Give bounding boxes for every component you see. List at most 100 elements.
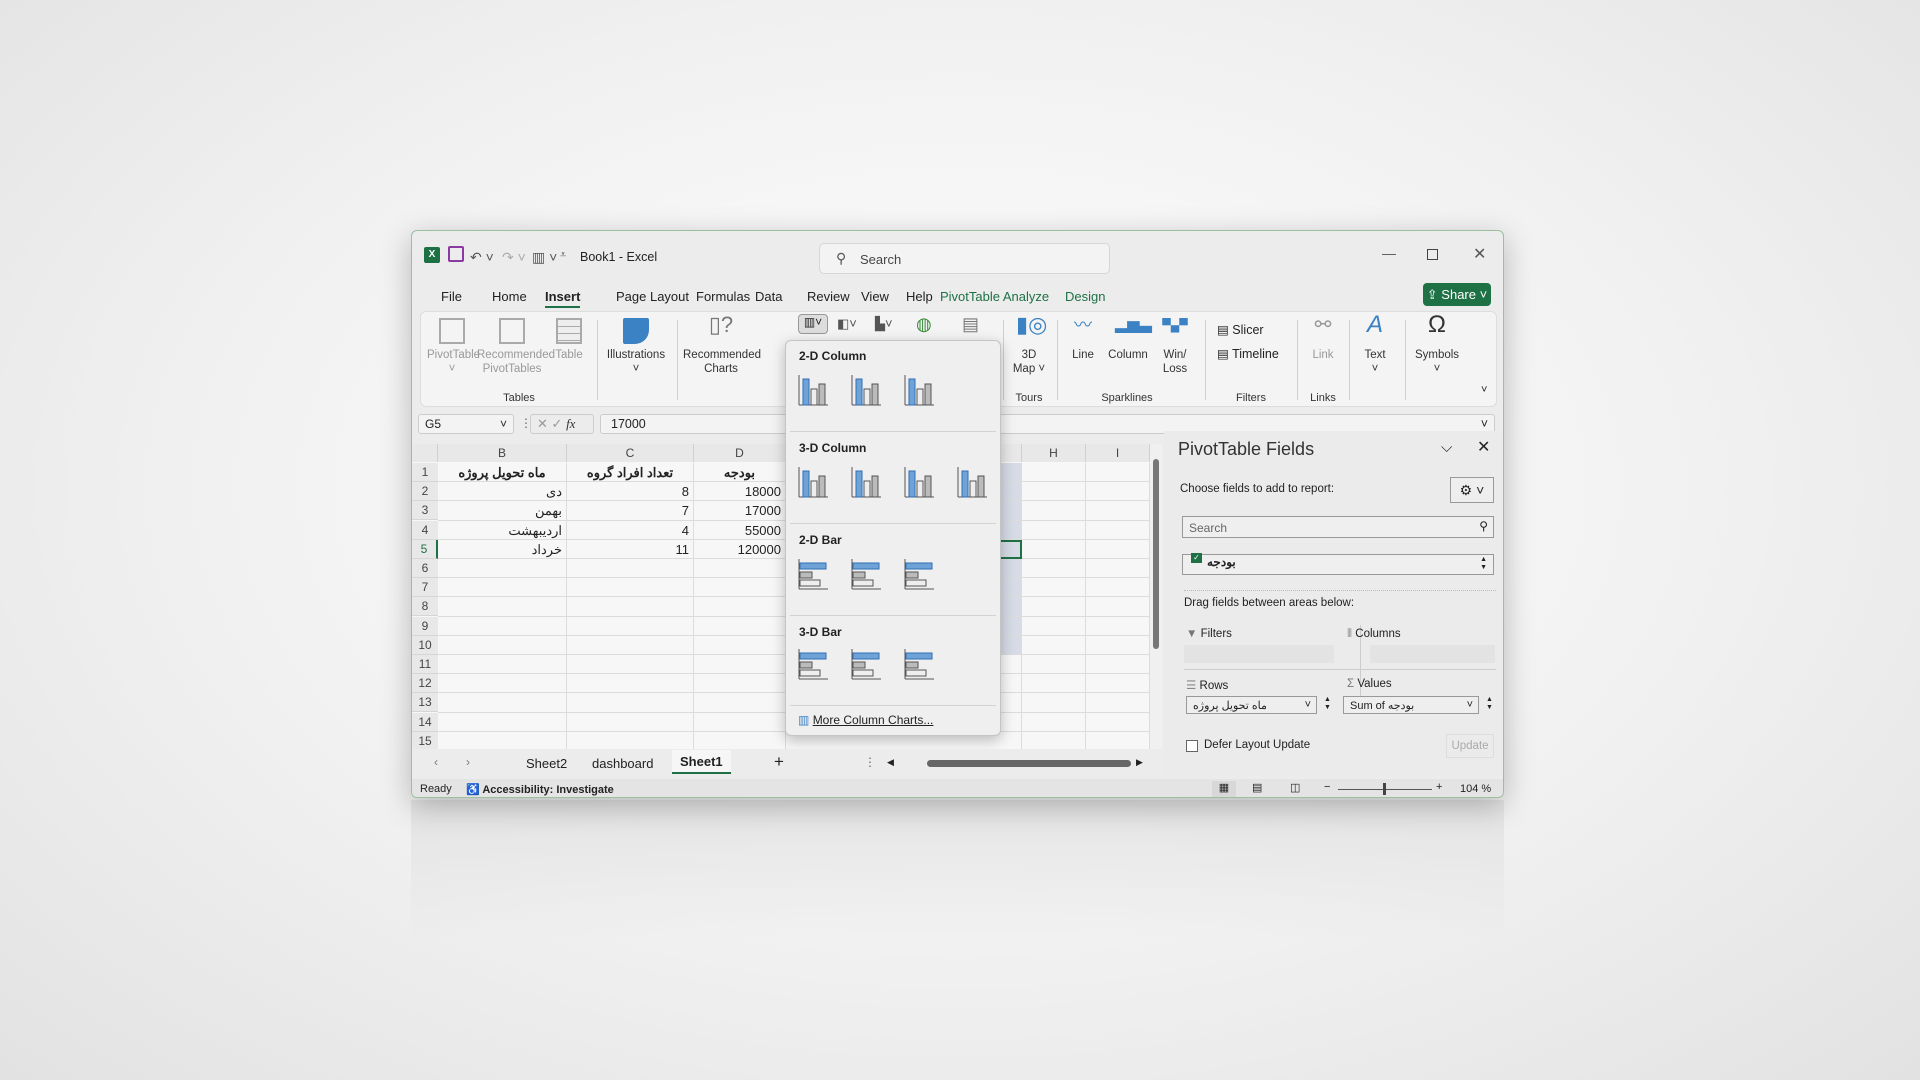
- insert-column-chart-button[interactable]: ▥˅: [798, 314, 828, 334]
- scroll-right-icon[interactable]: ▶: [1136, 757, 1143, 768]
- cell-b12[interactable]: [438, 674, 567, 694]
- close-button[interactable]: ✕: [1473, 244, 1486, 264]
- pane-close-icon[interactable]: ✕: [1477, 437, 1490, 457]
- row-header[interactable]: 6: [412, 559, 438, 578]
- cell-h1[interactable]: [1022, 463, 1086, 483]
- cell-c2[interactable]: 8: [567, 482, 694, 502]
- cell-c12[interactable]: [567, 674, 694, 694]
- update-button[interactable]: Update: [1446, 734, 1494, 758]
- cell-c11[interactable]: [567, 655, 694, 675]
- illustrations-button[interactable]: Illustrations ˅: [601, 318, 671, 376]
- row-header[interactable]: 12: [412, 674, 438, 694]
- clustered-bar-icon[interactable]: [796, 557, 830, 591]
- tab-split-handle[interactable]: ⋮: [864, 755, 876, 769]
- 100-stacked-column-icon[interactable]: [902, 373, 936, 407]
- cell-h11[interactable]: [1022, 655, 1086, 675]
- field-list[interactable]: ✓ بودجه ▲ ▼: [1182, 553, 1494, 575]
- row-header[interactable]: 13: [412, 693, 438, 713]
- chart-quick-access-icon[interactable]: ▥ ˅: [532, 249, 557, 266]
- slicer-button[interactable]: ▤ Slicer: [1217, 322, 1264, 337]
- cell-c10[interactable]: [567, 635, 694, 655]
- row-header[interactable]: 11: [412, 655, 438, 674]
- page-layout-view-icon[interactable]: ▤: [1252, 781, 1262, 794]
- cell-b11[interactable]: [438, 655, 567, 675]
- cell-i1[interactable]: [1086, 463, 1150, 483]
- cell-h3[interactable]: [1022, 501, 1086, 521]
- tab-design[interactable]: Design: [1065, 289, 1105, 304]
- cell-i2[interactable]: [1086, 482, 1150, 502]
- cell-h10[interactable]: [1022, 635, 1086, 655]
- add-sheet-button[interactable]: +: [774, 752, 784, 772]
- cell-i14[interactable]: [1086, 712, 1150, 732]
- defer-checkbox[interactable]: [1186, 740, 1198, 752]
- cell-i3[interactable]: [1086, 501, 1150, 521]
- cell-d4[interactable]: 55000: [694, 520, 786, 540]
- cell-d14[interactable]: [694, 712, 786, 732]
- cell-b15[interactable]: [438, 731, 567, 749]
- zoom-level[interactable]: 104 %: [1460, 783, 1491, 795]
- insert-map-chart-icon[interactable]: ◍: [916, 314, 932, 335]
- pivotchart-icon[interactable]: ▤: [962, 314, 979, 335]
- cell-c5[interactable]: 11: [567, 539, 694, 559]
- row-header[interactable]: 2: [412, 482, 438, 502]
- scroll-thumb[interactable]: [1153, 459, 1159, 649]
- columns-drop-area[interactable]: [1370, 645, 1495, 663]
- cell-c8[interactable]: [567, 597, 694, 617]
- cell-b5[interactable]: خرداد: [438, 539, 567, 559]
- gear-settings-button[interactable]: ⚙ ˅: [1450, 477, 1494, 503]
- share-button[interactable]: ⇪ Share ˅: [1423, 283, 1491, 306]
- column-header-i[interactable]: I: [1086, 444, 1150, 462]
- cell-c7[interactable]: [567, 578, 694, 598]
- zoom-in-button[interactable]: +: [1436, 781, 1442, 793]
- normal-view-icon[interactable]: ▦: [1212, 781, 1236, 797]
- 3d-stacked-bar-icon[interactable]: [849, 647, 883, 681]
- insert-waterfall-chart-button[interactable]: ▙˅: [875, 316, 893, 332]
- cell-h7[interactable]: [1022, 578, 1086, 598]
- cell-d9[interactable]: [694, 616, 786, 636]
- text-button[interactable]: A Text ˅: [1355, 313, 1395, 376]
- cell-h9[interactable]: [1022, 616, 1086, 636]
- select-all-corner[interactable]: [412, 444, 438, 462]
- table-button[interactable]: Table: [549, 318, 589, 362]
- symbols-button[interactable]: Ω Symbols ˅: [1409, 313, 1465, 376]
- next-sheet-icon[interactable]: ›: [466, 755, 470, 769]
- row-header[interactable]: 1: [412, 463, 438, 482]
- row-header[interactable]: 4: [412, 520, 438, 540]
- column-header-c[interactable]: C: [567, 444, 694, 462]
- cell-c13[interactable]: [567, 693, 694, 713]
- cell-i4[interactable]: [1086, 520, 1150, 540]
- enter-icon[interactable]: ✓: [552, 416, 563, 431]
- cell-h2[interactable]: [1022, 482, 1086, 502]
- vertical-scrollbar[interactable]: [1150, 444, 1162, 749]
- cell-h6[interactable]: [1022, 559, 1086, 579]
- row-header[interactable]: 3: [412, 501, 438, 521]
- cell-i13[interactable]: [1086, 693, 1150, 713]
- insert-function-button[interactable]: fx: [566, 416, 575, 431]
- cell-d8[interactable]: [694, 597, 786, 617]
- stacked-column-icon[interactable]: [849, 373, 883, 407]
- cell-b14[interactable]: [438, 712, 567, 732]
- pivottable-button[interactable]: PivotTable ˅: [427, 318, 480, 376]
- recommended-pivottables-button[interactable]: Recommended PivotTables: [477, 318, 555, 376]
- cell-d5[interactable]: 120000: [694, 539, 786, 559]
- accessibility-status[interactable]: ♿ Accessibility: Investigate: [466, 783, 614, 796]
- row-header[interactable]: 10: [412, 635, 438, 655]
- recommended-charts-button[interactable]: ▯? Recommended Charts: [683, 314, 761, 376]
- cell-d10[interactable]: [694, 635, 786, 655]
- cell-i7[interactable]: [1086, 578, 1150, 598]
- cell-d6[interactable]: [694, 559, 786, 579]
- zoom-slider-thumb[interactable]: [1383, 783, 1386, 795]
- cell-c14[interactable]: [567, 712, 694, 732]
- cell-b7[interactable]: [438, 578, 567, 598]
- cancel-icon[interactable]: ✕: [537, 416, 548, 431]
- cell-i5[interactable]: [1086, 539, 1150, 559]
- 3d-map-button[interactable]: ▮◎ 3D Map ˅: [1009, 314, 1049, 376]
- cell-c1[interactable]: تعداد افراد گروه: [567, 463, 694, 483]
- collapse-ribbon-icon[interactable]: ˅: [1481, 384, 1487, 396]
- cell-b1[interactable]: ماه تحویل پروژه: [438, 463, 567, 483]
- cell-i15[interactable]: [1086, 731, 1150, 749]
- cell-h5[interactable]: [1022, 539, 1086, 559]
- page-break-view-icon[interactable]: ◫: [1290, 781, 1300, 794]
- cell-b8[interactable]: [438, 597, 567, 617]
- column-header-h[interactable]: H: [1022, 444, 1086, 462]
